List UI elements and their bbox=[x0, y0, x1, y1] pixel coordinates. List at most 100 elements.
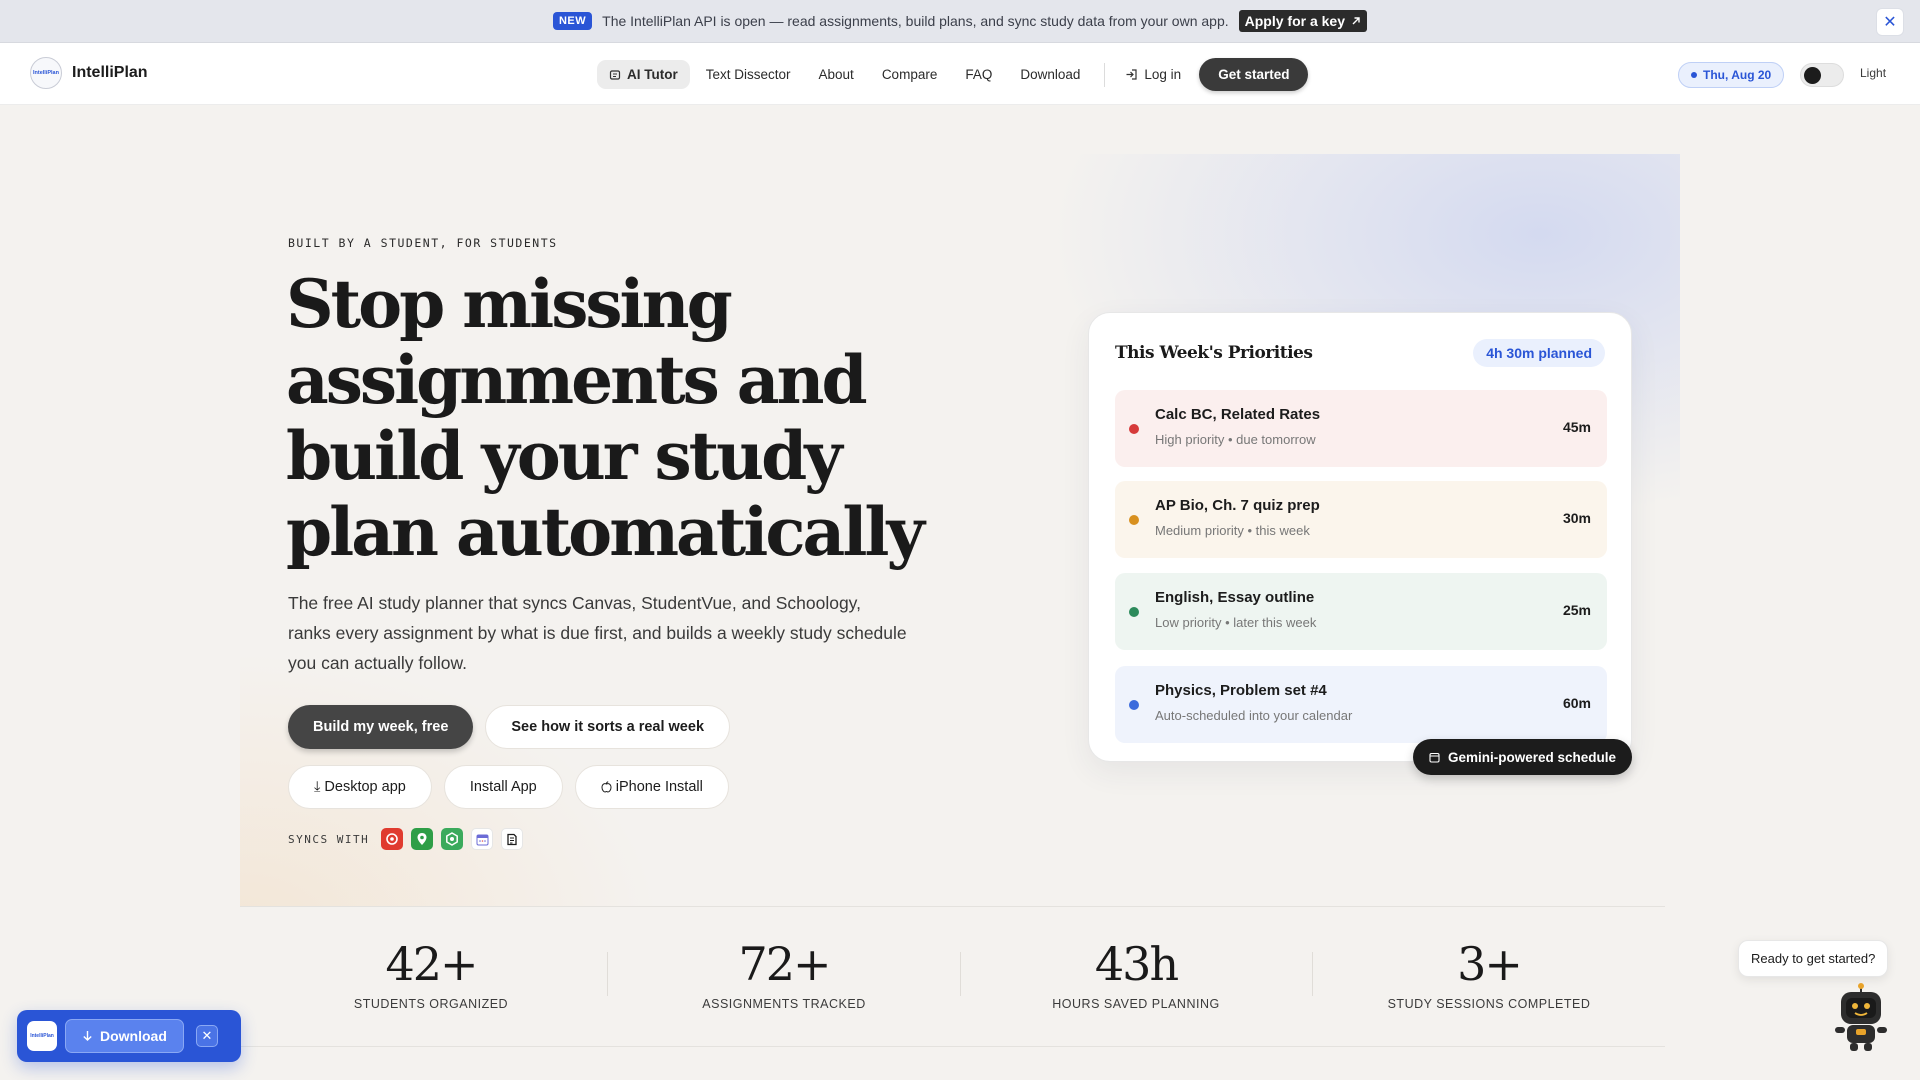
nav-links: AI Tutor Text Dissector About Compare FA… bbox=[597, 58, 1309, 91]
iphone-install-label: iPhone Install bbox=[615, 779, 703, 795]
stats-divider-top bbox=[240, 906, 1665, 907]
theme-toggle-knob bbox=[1804, 67, 1821, 84]
desktop-app-label: Desktop app bbox=[324, 779, 406, 795]
nav-link-about[interactable]: About bbox=[807, 60, 866, 89]
arrow-up-right-icon bbox=[1352, 17, 1360, 25]
brand-logo: IntelliPlan bbox=[30, 57, 62, 89]
hero-subcopy: The free AI study planner that syncs Can… bbox=[288, 593, 907, 673]
brand-name: IntelliPlan bbox=[72, 64, 148, 81]
gemini-badge-label: Gemini-powered schedule bbox=[1448, 749, 1617, 765]
priority-dot-icon bbox=[1129, 515, 1139, 525]
login-label: Log in bbox=[1144, 67, 1182, 82]
nav-link-ai-tutor[interactable]: AI Tutor bbox=[597, 60, 690, 89]
apply-key-label: Apply for a key bbox=[1244, 13, 1345, 29]
schoology-icon bbox=[441, 828, 464, 850]
stat-label: STUDY SESSIONS COMPLETED bbox=[1387, 997, 1591, 1011]
task-duration: 25m bbox=[1562, 602, 1591, 618]
priorities-card: This Week's Priorities 4h 30m planned Ca… bbox=[1088, 312, 1632, 762]
chat-bubble[interactable]: Ready to get started? bbox=[1738, 940, 1889, 977]
announcement-text: The IntelliPlan API is open — read assig… bbox=[602, 13, 1229, 29]
nav-link-label: AI Tutor bbox=[627, 67, 678, 82]
stat-sessions: 3+ STUDY SESSIONS COMPLETED bbox=[1313, 935, 1665, 1011]
priority-dot-icon bbox=[1129, 424, 1139, 434]
close-icon: ✕ bbox=[201, 1028, 213, 1043]
studentvue-icon bbox=[411, 828, 434, 850]
top-nav: IntelliPlan IntelliPlan AI Tutor Text Di… bbox=[0, 43, 1920, 105]
hero-headline: Stop missing assignments and build your … bbox=[286, 265, 925, 571]
canvas-icon bbox=[381, 828, 404, 850]
stat-hours: 43h HOURS SAVED PLANNING bbox=[960, 935, 1312, 1011]
task-duration: 60m bbox=[1562, 695, 1591, 711]
task-name: Physics, Problem set #4 bbox=[1155, 682, 1327, 699]
task-meta: Low priority • later this week bbox=[1155, 615, 1317, 630]
install-app-button[interactable]: Install App bbox=[443, 765, 563, 809]
close-announcement-button[interactable]: ✕ bbox=[1876, 8, 1904, 36]
nav-link-compare[interactable]: Compare bbox=[870, 60, 950, 89]
nav-link-download[interactable]: Download bbox=[1008, 60, 1092, 89]
task-item[interactable]: Calc BC, Related Rates High priority • d… bbox=[1115, 390, 1607, 467]
nav-divider bbox=[1104, 62, 1106, 87]
task-duration: 45m bbox=[1562, 419, 1591, 435]
tutor-icon bbox=[609, 69, 621, 80]
nav-link-faq[interactable]: FAQ bbox=[953, 60, 1004, 89]
stat-label: STUDENTS ORGANIZED bbox=[353, 997, 509, 1011]
stat-label: HOURS SAVED PLANNING bbox=[1052, 997, 1220, 1011]
theme-toggle[interactable] bbox=[1800, 63, 1844, 87]
task-name: English, Essay outline bbox=[1155, 589, 1315, 606]
notes-icon bbox=[501, 828, 524, 850]
robot-assistant-icon[interactable] bbox=[1830, 983, 1892, 1053]
nav-link-text-dissector[interactable]: Text Dissector bbox=[694, 60, 803, 89]
close-icon: ✕ bbox=[1883, 14, 1897, 31]
brand[interactable]: IntelliPlan IntelliPlan bbox=[30, 57, 148, 89]
stat-students: 42+ STUDENTS ORGANIZED bbox=[255, 935, 607, 1011]
hero-cta-row: Build my week, free See how it sorts a r… bbox=[288, 705, 731, 749]
task-meta: High priority • due tomorrow bbox=[1155, 432, 1316, 447]
task-name: Calc BC, Related Rates bbox=[1155, 406, 1321, 423]
download-widget: IntelliPlan Download ✕ bbox=[17, 1010, 241, 1062]
install-app-label: Install App bbox=[469, 779, 537, 795]
date-text: Thu, Aug 20 bbox=[1703, 68, 1772, 82]
desktop-app-button[interactable]: ⤓ Desktop app bbox=[288, 765, 432, 809]
date-pill: Thu, Aug 20 bbox=[1678, 62, 1785, 88]
priority-dot-icon bbox=[1129, 607, 1139, 617]
download-widget-label: Download bbox=[100, 1028, 167, 1044]
download-icon: ⤓ bbox=[314, 779, 321, 795]
syncs-label: SYNCS WITH bbox=[288, 832, 370, 846]
syncs-with: SYNCS WITH bbox=[288, 828, 524, 850]
calendar-icon bbox=[471, 828, 494, 850]
login-link[interactable]: Log in bbox=[1117, 60, 1189, 89]
apply-key-link[interactable]: Apply for a key bbox=[1238, 10, 1367, 32]
calendar-small-icon bbox=[1429, 752, 1440, 763]
stat-value: 3+ bbox=[1457, 937, 1523, 991]
gemini-badge: Gemini-powered schedule bbox=[1413, 739, 1633, 775]
apple-icon bbox=[601, 781, 612, 793]
get-started-button[interactable]: Get started bbox=[1199, 58, 1309, 91]
download-widget-close-button[interactable]: ✕ bbox=[195, 1025, 218, 1047]
stat-value: 42+ bbox=[385, 937, 478, 991]
task-meta: Medium priority • this week bbox=[1155, 523, 1310, 538]
brand-logo-text: IntelliPlan bbox=[33, 70, 59, 76]
iphone-install-button[interactable]: iPhone Install bbox=[574, 765, 729, 809]
build-week-button[interactable]: Build my week, free bbox=[288, 705, 474, 749]
stats-divider-bottom bbox=[240, 1046, 1665, 1047]
stat-value: 72+ bbox=[738, 937, 831, 991]
download-widget-logo: IntelliPlan bbox=[27, 1021, 57, 1051]
task-item[interactable]: Physics, Problem set #4 Auto-scheduled i… bbox=[1115, 666, 1607, 743]
see-how-button[interactable]: See how it sorts a real week bbox=[485, 705, 731, 749]
task-item[interactable]: English, Essay outline Low priority • la… bbox=[1115, 573, 1607, 650]
login-icon bbox=[1126, 69, 1138, 80]
date-dot-icon bbox=[1691, 72, 1697, 78]
stat-label: ASSIGNMENTS TRACKED bbox=[702, 997, 866, 1011]
download-widget-logo-text: IntelliPlan bbox=[30, 1033, 54, 1039]
planned-pill: 4h 30m planned bbox=[1473, 339, 1605, 367]
hero-eyebrow: BUILT BY A STUDENT, FOR STUDENTS bbox=[288, 236, 558, 250]
priorities-title: This Week's Priorities bbox=[1115, 343, 1313, 363]
task-item[interactable]: AP Bio, Ch. 7 quiz prep Medium priority … bbox=[1115, 481, 1607, 558]
priority-dot-icon bbox=[1129, 700, 1139, 710]
task-name: AP Bio, Ch. 7 quiz prep bbox=[1155, 497, 1320, 514]
download-widget-button[interactable]: Download bbox=[65, 1019, 184, 1053]
task-meta: Auto-scheduled into your calendar bbox=[1155, 708, 1353, 723]
announcement-bar: NEW The IntelliPlan API is open — read a… bbox=[0, 0, 1920, 43]
install-row: ⤓ Desktop app Install App iPhone Install bbox=[288, 765, 729, 809]
stat-assignments: 72+ ASSIGNMENTS TRACKED bbox=[608, 935, 960, 1011]
